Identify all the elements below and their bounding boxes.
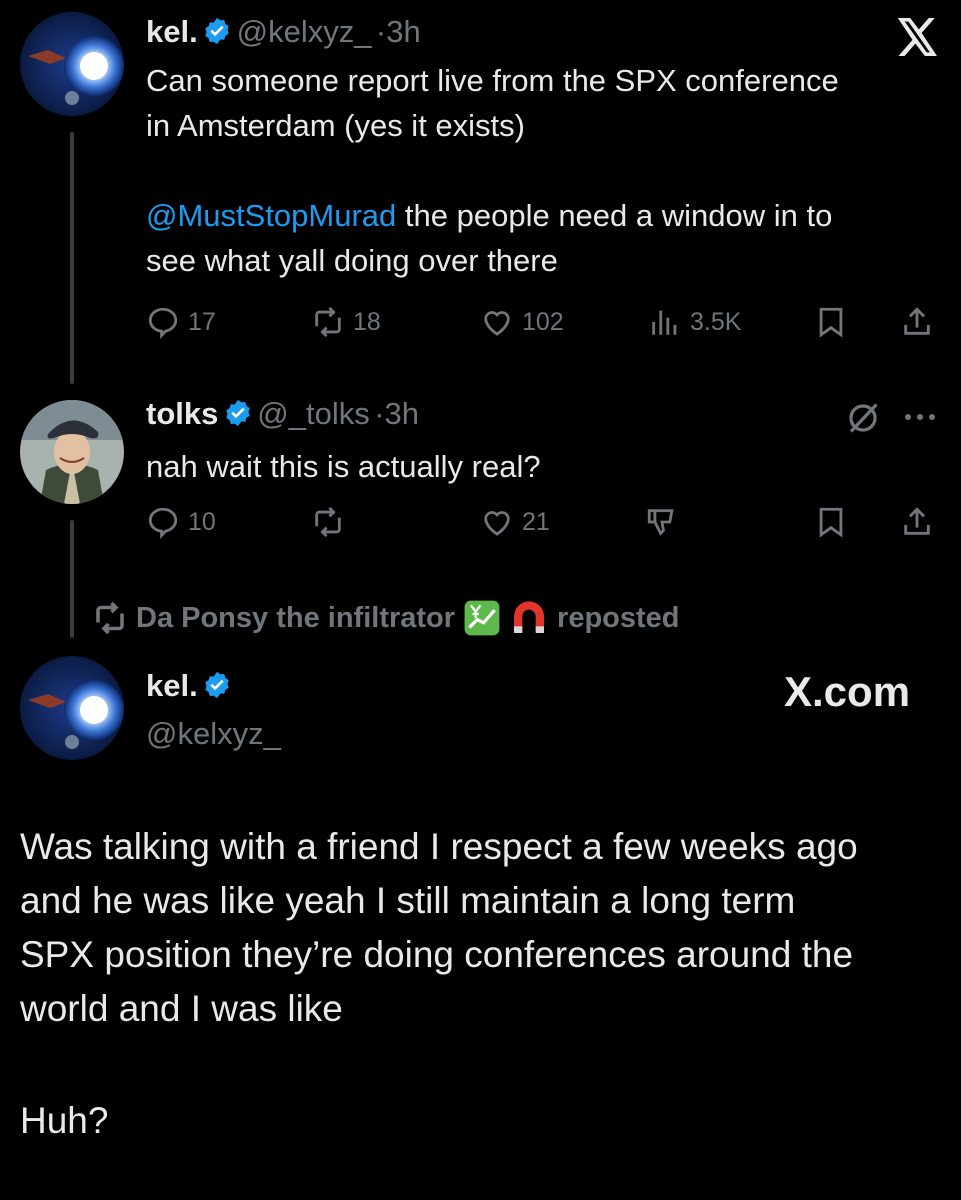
author-handle[interactable]: @_tolks bbox=[257, 396, 369, 431]
avatar-kel[interactable] bbox=[20, 12, 124, 116]
tweet-header: kel. @kelxyz_ ·3h bbox=[146, 14, 421, 50]
verified-badge-icon bbox=[205, 17, 229, 45]
repost-button[interactable] bbox=[311, 505, 353, 539]
post-text-line: world and I was like bbox=[20, 988, 343, 1029]
views-button[interactable]: 3.5K bbox=[648, 305, 741, 339]
share-icon bbox=[904, 307, 930, 335]
author-handle[interactable]: @kelxyz_ bbox=[146, 716, 281, 752]
like-button[interactable]: 102 bbox=[480, 305, 564, 339]
view-count: 3.5K bbox=[690, 307, 742, 336]
repost-icon bbox=[315, 506, 341, 538]
tweet-text-line: nah wait this is actually real? bbox=[146, 449, 541, 484]
reposted-label: reposted bbox=[557, 601, 680, 634]
author-handle[interactable]: @kelxyz_ bbox=[237, 14, 372, 49]
reply-count: 17 bbox=[188, 307, 216, 336]
reply-button[interactable]: 10 bbox=[146, 505, 216, 539]
author-name[interactable]: kel. bbox=[146, 668, 198, 703]
heart-icon bbox=[484, 311, 510, 336]
repost-button[interactable]: 18 bbox=[311, 305, 381, 339]
x-com-watermark: X.com bbox=[784, 668, 911, 715]
thread-line bbox=[70, 132, 74, 384]
post-text-line: and he was like yeah I still maintain a … bbox=[20, 880, 796, 921]
moon-orb-avatar bbox=[20, 656, 124, 760]
tweet-header: tolks @_tolks ·3h bbox=[146, 396, 419, 432]
dislike-button[interactable] bbox=[645, 505, 679, 539]
bookmark-button[interactable] bbox=[814, 305, 848, 339]
magnet-icon bbox=[514, 601, 545, 633]
cartoon-avatar bbox=[20, 400, 124, 504]
tweet-body: Can someone report live from the SPX con… bbox=[146, 58, 946, 283]
tweet-body: nah wait this is actually real? bbox=[146, 444, 541, 489]
thumbs-down-icon bbox=[647, 509, 674, 536]
repost-count: 18 bbox=[353, 307, 381, 336]
share-button[interactable] bbox=[900, 505, 934, 539]
reply-button[interactable]: 17 bbox=[146, 305, 216, 339]
thread-line bbox=[70, 520, 74, 638]
bookmark-icon bbox=[819, 307, 843, 338]
like-count: 102 bbox=[522, 307, 564, 336]
share-button[interactable] bbox=[900, 305, 934, 339]
reply-icon bbox=[148, 307, 178, 339]
reply-count: 10 bbox=[188, 507, 216, 536]
mention-link[interactable]: @MustStopMurad bbox=[146, 198, 396, 233]
timestamp[interactable]: 3h bbox=[385, 396, 419, 431]
bookmark-icon bbox=[819, 507, 843, 538]
post-text-line: Huh? bbox=[20, 1100, 109, 1141]
post-text-line: Was talking with a friend I respect a fe… bbox=[20, 826, 858, 867]
separator-dot: · bbox=[375, 14, 387, 49]
share-icon bbox=[904, 507, 930, 535]
repost-banner[interactable]: Da Ponsy the infiltrator reposted bbox=[92, 598, 680, 638]
post-author: kel. bbox=[146, 668, 232, 704]
avatar-tolks[interactable] bbox=[20, 400, 124, 504]
grok-icon[interactable] bbox=[845, 400, 881, 436]
reply-icon bbox=[148, 507, 178, 539]
tweet-text-line: in Amsterdam (yes it exists) bbox=[146, 108, 525, 143]
heart-icon bbox=[484, 511, 510, 536]
bookmark-button[interactable] bbox=[814, 505, 848, 539]
moon-orb-avatar bbox=[20, 12, 124, 116]
separator-dot: · bbox=[374, 396, 385, 431]
author-name[interactable]: kel. bbox=[146, 14, 198, 49]
tweet-text-line: see what yall doing over there bbox=[146, 243, 558, 278]
post-text-line: SPX position they’re doing conferences a… bbox=[20, 934, 854, 975]
tweet-text-line: the people need a window in to bbox=[396, 198, 833, 233]
post-body: Was talking with a friend I respect a fe… bbox=[20, 820, 950, 1148]
like-button[interactable]: 21 bbox=[480, 505, 550, 539]
chart-yen-icon bbox=[464, 600, 500, 636]
repost-icon bbox=[96, 601, 124, 635]
repost-icon bbox=[315, 306, 341, 338]
verified-badge-icon bbox=[226, 399, 250, 427]
avatar-kel[interactable] bbox=[20, 656, 124, 760]
more-icon[interactable] bbox=[902, 404, 938, 430]
reposter-name[interactable]: Da Ponsy the infiltrator bbox=[136, 602, 455, 635]
tweet-text-line: Can someone report live from the SPX con… bbox=[146, 63, 839, 98]
verified-badge-icon bbox=[205, 671, 229, 699]
author-name[interactable]: tolks bbox=[146, 396, 218, 431]
like-count: 21 bbox=[522, 507, 550, 536]
views-icon bbox=[652, 310, 677, 335]
x-logo-icon bbox=[897, 18, 939, 56]
timestamp[interactable]: 3h bbox=[386, 14, 420, 49]
